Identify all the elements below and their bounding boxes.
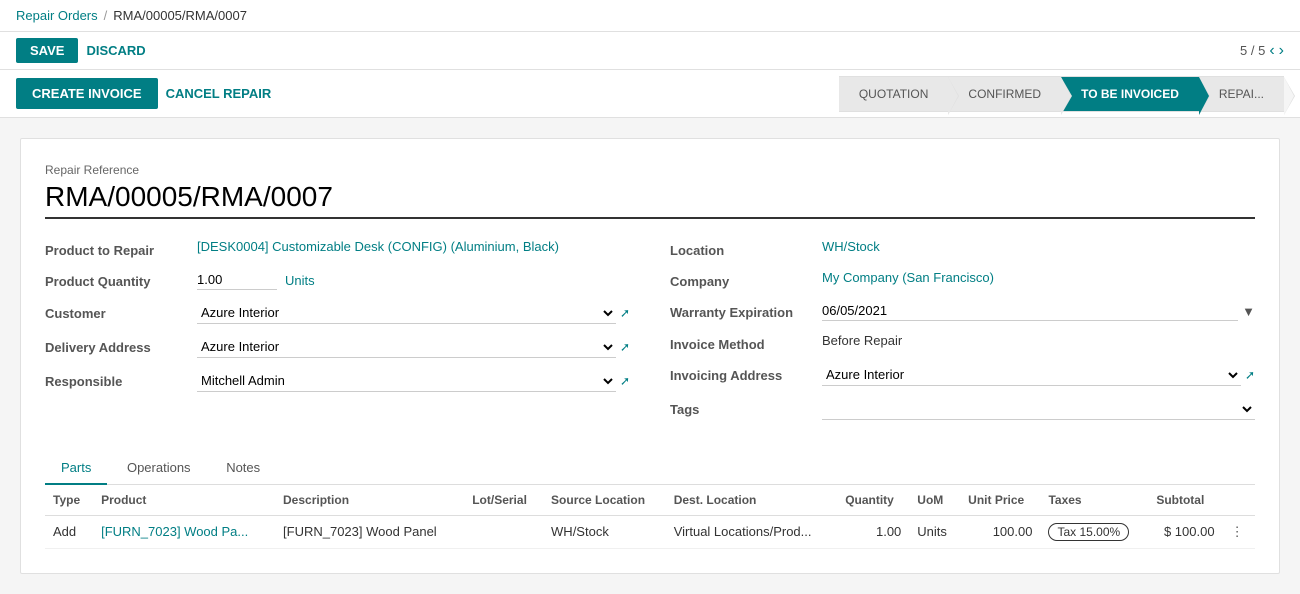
pagination-prev[interactable]: ‹ [1269,42,1274,60]
row-subtotal: $ 100.00 [1148,516,1222,549]
col-menu [1223,485,1255,516]
product-to-repair-value[interactable]: [DESK0004] Customizable Desk (CONFIG) (A… [197,239,559,254]
responsible-label: Responsible [45,370,185,389]
row-unit-price: 100.00 [960,516,1040,549]
customer-external-link-icon[interactable]: ➚ [620,306,630,320]
col-source-location: Source Location [543,485,666,516]
location-label: Location [670,239,810,258]
row-type: Add [45,516,93,549]
customer-select[interactable]: Azure Interior [197,302,616,324]
product-to-repair-row: Product to Repair [DESK0004] Customizabl… [45,239,630,258]
status-step-to-be-invoiced[interactable]: TO BE INVOICED [1061,76,1199,112]
invoice-method-row: Invoice Method Before Repair [670,333,1255,352]
location-row: Location WH/Stock [670,239,1255,258]
tax-badge: Tax 15.00% [1048,523,1129,541]
col-taxes: Taxes [1040,485,1148,516]
row-menu-icon[interactable]: ⋮ [1223,516,1255,549]
row-product[interactable]: [FURN_7023] Wood Pa... [93,516,275,549]
col-description: Description [275,485,464,516]
form-left-column: Product to Repair [DESK0004] Customizabl… [45,239,630,432]
form-card: Repair Reference Product to Repair [DESK… [20,138,1280,574]
tags-row: Tags [670,398,1255,420]
cancel-repair-button[interactable]: CANCEL REPAIR [166,86,272,101]
parts-table: Type Product Description Lot/Serial Sour… [45,485,1255,549]
invoicing-address-row: Invoicing Address Azure Interior ➚ [670,364,1255,386]
tab-operations[interactable]: Operations [111,452,207,485]
warranty-expiration-input[interactable] [822,301,1238,321]
delivery-address-row: Delivery Address Azure Interior ➚ [45,336,630,358]
pagination-next[interactable]: › [1279,42,1284,60]
col-product: Product [93,485,275,516]
invoicing-address-label: Invoicing Address [670,364,810,383]
customer-row: Customer Azure Interior ➚ [45,302,630,324]
status-bar: CREATE INVOICE CANCEL REPAIR QUOTATION C… [0,70,1300,118]
responsible-external-link-icon[interactable]: ➚ [620,374,630,388]
row-description: [FURN_7023] Wood Panel [275,516,464,549]
pagination-label: 5 / 5 [1240,43,1265,58]
warranty-expiration-label: Warranty Expiration [670,301,810,320]
product-quantity-row: Product Quantity Units [45,270,630,290]
save-button[interactable]: SAVE [16,38,78,63]
responsible-select[interactable]: Mitchell Admin [197,370,616,392]
col-uom: UoM [909,485,960,516]
delivery-address-external-link-icon[interactable]: ➚ [620,340,630,354]
row-context-menu-icon[interactable]: ⋮ [1231,524,1244,539]
row-quantity: 1.00 [837,516,909,549]
form-right-column: Location WH/Stock Company My Company (Sa… [670,239,1255,432]
breadcrumb-bar: Repair Orders / RMA/00005/RMA/0007 [0,0,1300,32]
row-source-location: WH/Stock [543,516,666,549]
row-taxes: Tax 15.00% [1040,516,1148,549]
status-step-confirmed[interactable]: CONFIRMED [948,76,1061,112]
col-type: Type [45,485,93,516]
table-header-row: Type Product Description Lot/Serial Sour… [45,485,1255,516]
product-to-repair-label: Product to Repair [45,239,185,258]
location-value[interactable]: WH/Stock [822,239,880,254]
invoicing-address-external-link-icon[interactable]: ➚ [1245,368,1255,382]
invoicing-address-select[interactable]: Azure Interior [822,364,1241,386]
col-unit-price: Unit Price [960,485,1040,516]
company-row: Company My Company (San Francisco) [670,270,1255,289]
delivery-address-select[interactable]: Azure Interior [197,336,616,358]
breadcrumb-separator: / [104,8,108,23]
customer-label: Customer [45,302,185,321]
status-step-repair[interactable]: REPAI... [1199,76,1284,112]
warranty-expiration-row: Warranty Expiration ▼ [670,301,1255,321]
status-step-quotation[interactable]: QUOTATION [839,76,949,112]
invoice-method-value: Before Repair [822,333,902,348]
col-subtotal: Subtotal [1148,485,1222,516]
company-label: Company [670,270,810,289]
form-grid: Product to Repair [DESK0004] Customizabl… [45,239,1255,432]
invoice-method-label: Invoice Method [670,333,810,352]
tab-parts[interactable]: Parts [45,452,107,485]
status-steps: QUOTATION CONFIRMED TO BE INVOICED REPAI… [271,76,1284,112]
repair-reference-input[interactable] [45,181,1255,219]
tags-select[interactable] [822,398,1255,420]
col-quantity: Quantity [837,485,909,516]
warranty-expiration-dropdown-icon[interactable]: ▼ [1242,304,1255,319]
table-row: Add [FURN_7023] Wood Pa... [FURN_7023] W… [45,516,1255,549]
product-quantity-unit: Units [285,273,315,288]
company-value[interactable]: My Company (San Francisco) [822,270,994,285]
pagination: 5 / 5 ‹ › [1240,42,1284,60]
create-invoice-button[interactable]: CREATE INVOICE [16,78,158,109]
row-uom: Units [909,516,960,549]
breadcrumb-current: RMA/00005/RMA/0007 [113,8,247,23]
col-lot-serial: Lot/Serial [464,485,543,516]
action-bar: SAVE DISCARD 5 / 5 ‹ › [0,32,1300,70]
breadcrumb-parent[interactable]: Repair Orders [16,8,98,23]
row-dest-location: Virtual Locations/Prod... [666,516,837,549]
tags-label: Tags [670,398,810,417]
discard-button[interactable]: DISCARD [86,43,145,58]
responsible-row: Responsible Mitchell Admin ➚ [45,370,630,392]
tabs-container: Parts Operations Notes [45,452,1255,485]
row-lot-serial [464,516,543,549]
product-quantity-input[interactable] [197,270,277,290]
tab-notes[interactable]: Notes [210,452,276,485]
product-quantity-label: Product Quantity [45,270,185,289]
delivery-address-label: Delivery Address [45,336,185,355]
col-dest-location: Dest. Location [666,485,837,516]
repair-reference-label: Repair Reference [45,163,1255,177]
